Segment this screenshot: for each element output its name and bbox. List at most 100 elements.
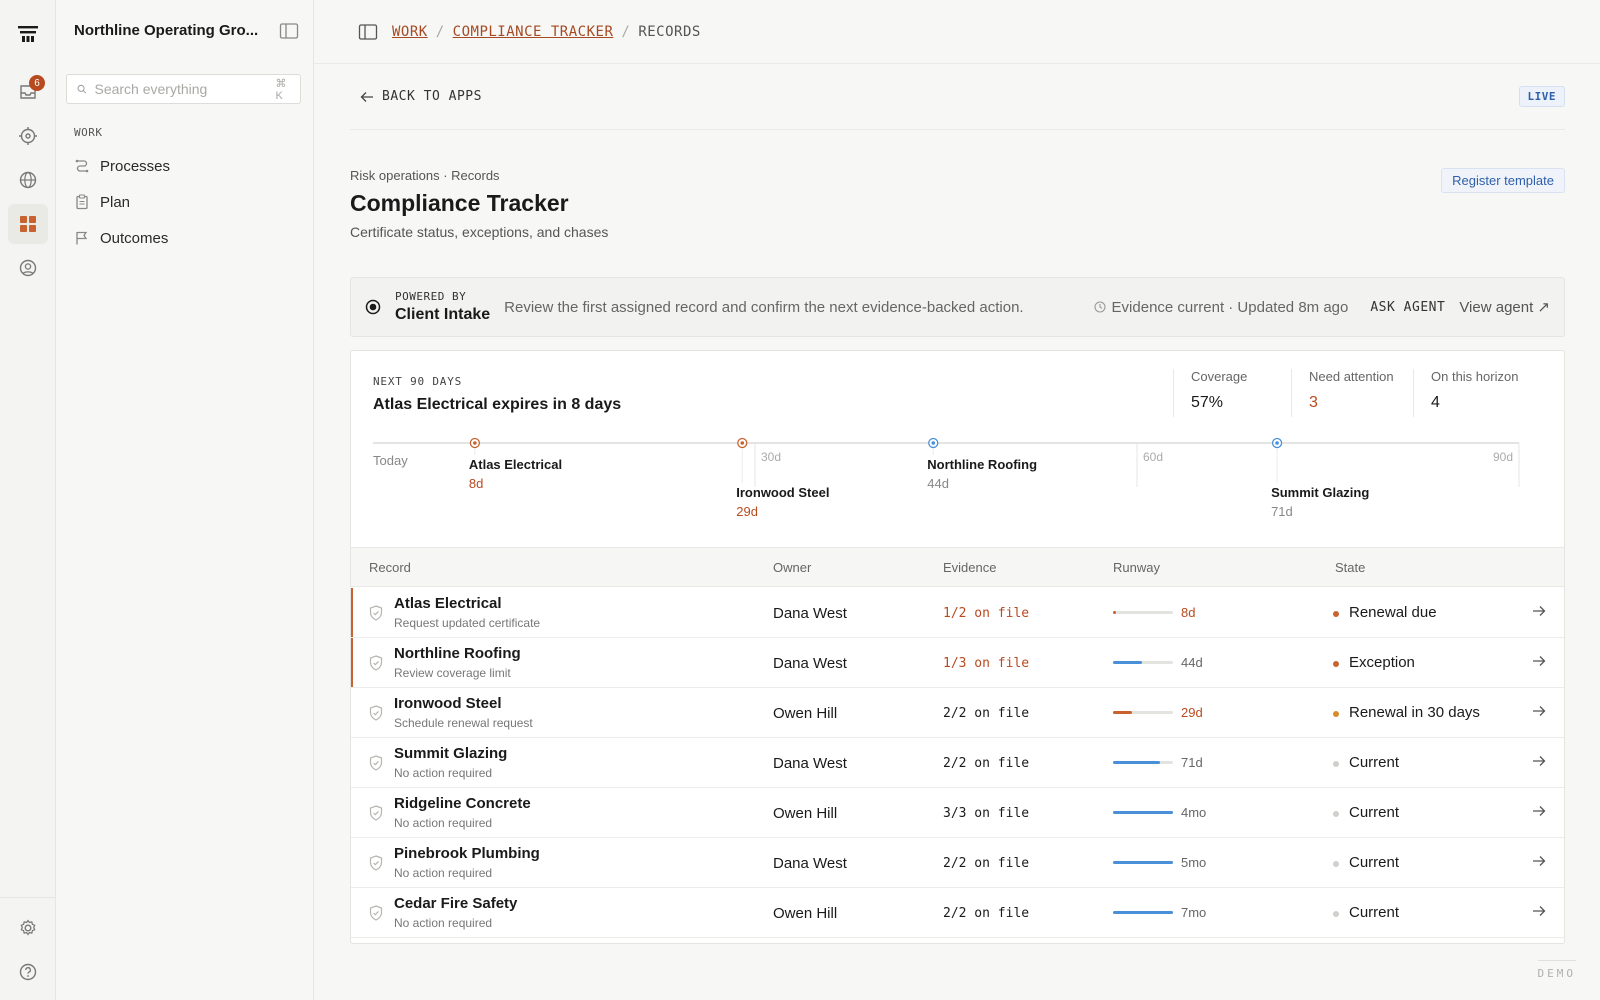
table-row[interactable]: Cedar Fire Safety No action required Owen … bbox=[351, 888, 1564, 938]
record-next-action: Request updated certificate bbox=[394, 616, 541, 630]
state-dot bbox=[1333, 661, 1339, 667]
agent-bar: POWERED BY Client Intake Review the firs… bbox=[350, 277, 1565, 337]
rail-settings[interactable] bbox=[8, 908, 48, 948]
column-header-owner[interactable]: Owner bbox=[773, 560, 811, 575]
record-name[interactable]: Northline Roofing bbox=[394, 645, 521, 662]
register-template-button[interactable]: Register template bbox=[1441, 168, 1565, 193]
state-dot bbox=[1333, 911, 1339, 917]
record-evidence: 2/2 on file bbox=[943, 856, 1030, 871]
user-circle-icon bbox=[19, 259, 37, 277]
gear-icon bbox=[20, 919, 36, 936]
arrow-right-icon[interactable] bbox=[1532, 605, 1546, 617]
breadcrumb-compliance-tracker[interactable]: COMPLIANCE TRACKER bbox=[453, 24, 614, 40]
shield-check-icon bbox=[369, 855, 383, 871]
record-name[interactable]: Summit Glazing bbox=[394, 745, 507, 762]
rail-targets[interactable] bbox=[8, 116, 48, 156]
record-next-action: No action required bbox=[394, 766, 493, 780]
breadcrumb-separator: / bbox=[621, 23, 631, 40]
record-name[interactable]: Atlas Electrical bbox=[394, 595, 502, 612]
runway-bar bbox=[1113, 611, 1173, 614]
table-row[interactable]: Pinebrook Plumbing No action required Dana… bbox=[351, 838, 1564, 888]
panel-icon[interactable] bbox=[358, 23, 378, 41]
metric-coverage: Coverage 57% bbox=[1173, 369, 1291, 417]
sidebar-item-processes[interactable]: Processes bbox=[74, 152, 170, 180]
agent-status: Evidence current · Updated 8m ago bbox=[1093, 299, 1348, 316]
runway-bar-fill bbox=[1113, 711, 1133, 714]
record-next-action: Review coverage limit bbox=[394, 666, 511, 680]
arrow-right-icon[interactable] bbox=[1532, 755, 1546, 767]
rail-profile[interactable] bbox=[8, 248, 48, 288]
agent-name: Client Intake bbox=[395, 306, 491, 323]
arrow-right-icon[interactable] bbox=[1532, 705, 1546, 717]
page-eyebrow: Risk operations · Records bbox=[350, 168, 500, 183]
shield-check-icon bbox=[369, 805, 383, 821]
view-agent-link[interactable]: View agent ↗ bbox=[1459, 298, 1550, 316]
shield-check-icon bbox=[369, 755, 383, 771]
record-evidence: 3/3 on file bbox=[943, 806, 1030, 821]
column-header-record[interactable]: Record bbox=[369, 560, 411, 575]
sidebar-item-label: Processes bbox=[100, 157, 171, 175]
back-to-apps-link[interactable]: BACK TO APPS bbox=[360, 89, 482, 104]
record-state: Renewal in 30 days bbox=[1349, 704, 1480, 721]
breadcrumb-separator: / bbox=[435, 23, 445, 40]
shield-check-icon bbox=[369, 905, 383, 921]
state-dot bbox=[1333, 811, 1339, 817]
breadcrumb-work[interactable]: WORK bbox=[392, 24, 428, 40]
record-name[interactable]: Ridgeline Concrete bbox=[394, 795, 531, 812]
live-badge: LIVE bbox=[1518, 86, 1565, 107]
powered-by: POWERED BY Client Intake bbox=[395, 290, 490, 324]
record-name[interactable]: Pinebrook Plumbing bbox=[394, 845, 540, 862]
clock-icon bbox=[1093, 301, 1106, 313]
state-dot bbox=[1333, 861, 1339, 867]
timeline-event-days: 44d bbox=[927, 476, 949, 491]
record-state: Renewal due bbox=[1349, 604, 1437, 621]
arrow-right-icon[interactable] bbox=[1532, 905, 1546, 917]
rail-globe[interactable] bbox=[8, 160, 48, 200]
ask-agent-button[interactable]: ASK AGENT bbox=[1370, 300, 1445, 315]
table-row[interactable]: Ironwood Steel Schedule renewal request Ow… bbox=[351, 688, 1564, 738]
record-evidence: 1/3 on file bbox=[943, 656, 1030, 671]
timeline-event-days: 29d bbox=[736, 504, 758, 519]
flag-icon bbox=[76, 231, 88, 245]
runway-bar bbox=[1113, 661, 1173, 664]
sidebar-item-label: Outcomes bbox=[100, 229, 169, 247]
sidebar-toggle-icon[interactable] bbox=[279, 22, 299, 40]
record-evidence: 1/2 on file bbox=[943, 606, 1030, 621]
arrow-right-icon[interactable] bbox=[1532, 855, 1546, 867]
table-row[interactable]: Summit Glazing No action required Dana Wes… bbox=[351, 738, 1564, 788]
timeline-event-name: Ironwood Steel bbox=[736, 485, 829, 500]
sidebar-item-outcomes[interactable]: Outcomes bbox=[74, 224, 168, 252]
record-runway: 4mo bbox=[1181, 805, 1207, 820]
rail-inbox[interactable]: 6 bbox=[8, 72, 48, 112]
record-name[interactable]: Cedar Fire Safety bbox=[394, 895, 517, 912]
record-owner: Owen Hill bbox=[773, 705, 838, 722]
runway-bar-fill bbox=[1113, 611, 1116, 614]
shield-check-icon bbox=[369, 605, 383, 621]
timeline-event-name: Summit Glazing bbox=[1271, 485, 1369, 500]
timeline-start-label: Today bbox=[373, 453, 408, 468]
powered-by-label: POWERED BY bbox=[395, 290, 467, 303]
table-row[interactable]: Northline Roofing Review coverage limit Da… bbox=[351, 638, 1564, 688]
record-name[interactable]: Ironwood Steel bbox=[394, 695, 502, 712]
column-header-evidence[interactable]: Evidence bbox=[943, 560, 996, 575]
search-input[interactable] bbox=[94, 81, 276, 97]
runway-bar-fill bbox=[1113, 761, 1161, 764]
org-name[interactable]: Northline Operating Gro... bbox=[74, 22, 258, 39]
record-owner: Dana West bbox=[773, 605, 847, 622]
arrow-right-icon[interactable] bbox=[1532, 805, 1546, 817]
column-header-state[interactable]: State bbox=[1335, 560, 1365, 575]
rail-apps[interactable] bbox=[8, 204, 48, 244]
column-header-runway[interactable]: Runway bbox=[1113, 560, 1160, 575]
page-subtitle: Certificate status, exceptions, and chas… bbox=[350, 224, 609, 240]
arrow-right-icon[interactable] bbox=[1532, 655, 1546, 667]
rail-help[interactable] bbox=[8, 952, 48, 992]
search-box[interactable]: ⌘ K bbox=[66, 74, 301, 104]
brand-logo[interactable] bbox=[8, 14, 48, 54]
logo-icon bbox=[18, 26, 38, 42]
runway-bar-fill bbox=[1113, 811, 1173, 814]
record-evidence: 2/2 on file bbox=[943, 706, 1030, 721]
table-row[interactable]: Ridgeline Concrete No action required Owen… bbox=[351, 788, 1564, 838]
table-row[interactable]: Atlas Electrical Request updated certific… bbox=[351, 588, 1564, 638]
sidebar-item-plan[interactable]: Plan bbox=[74, 188, 130, 216]
back-label: BACK TO APPS bbox=[382, 89, 482, 104]
